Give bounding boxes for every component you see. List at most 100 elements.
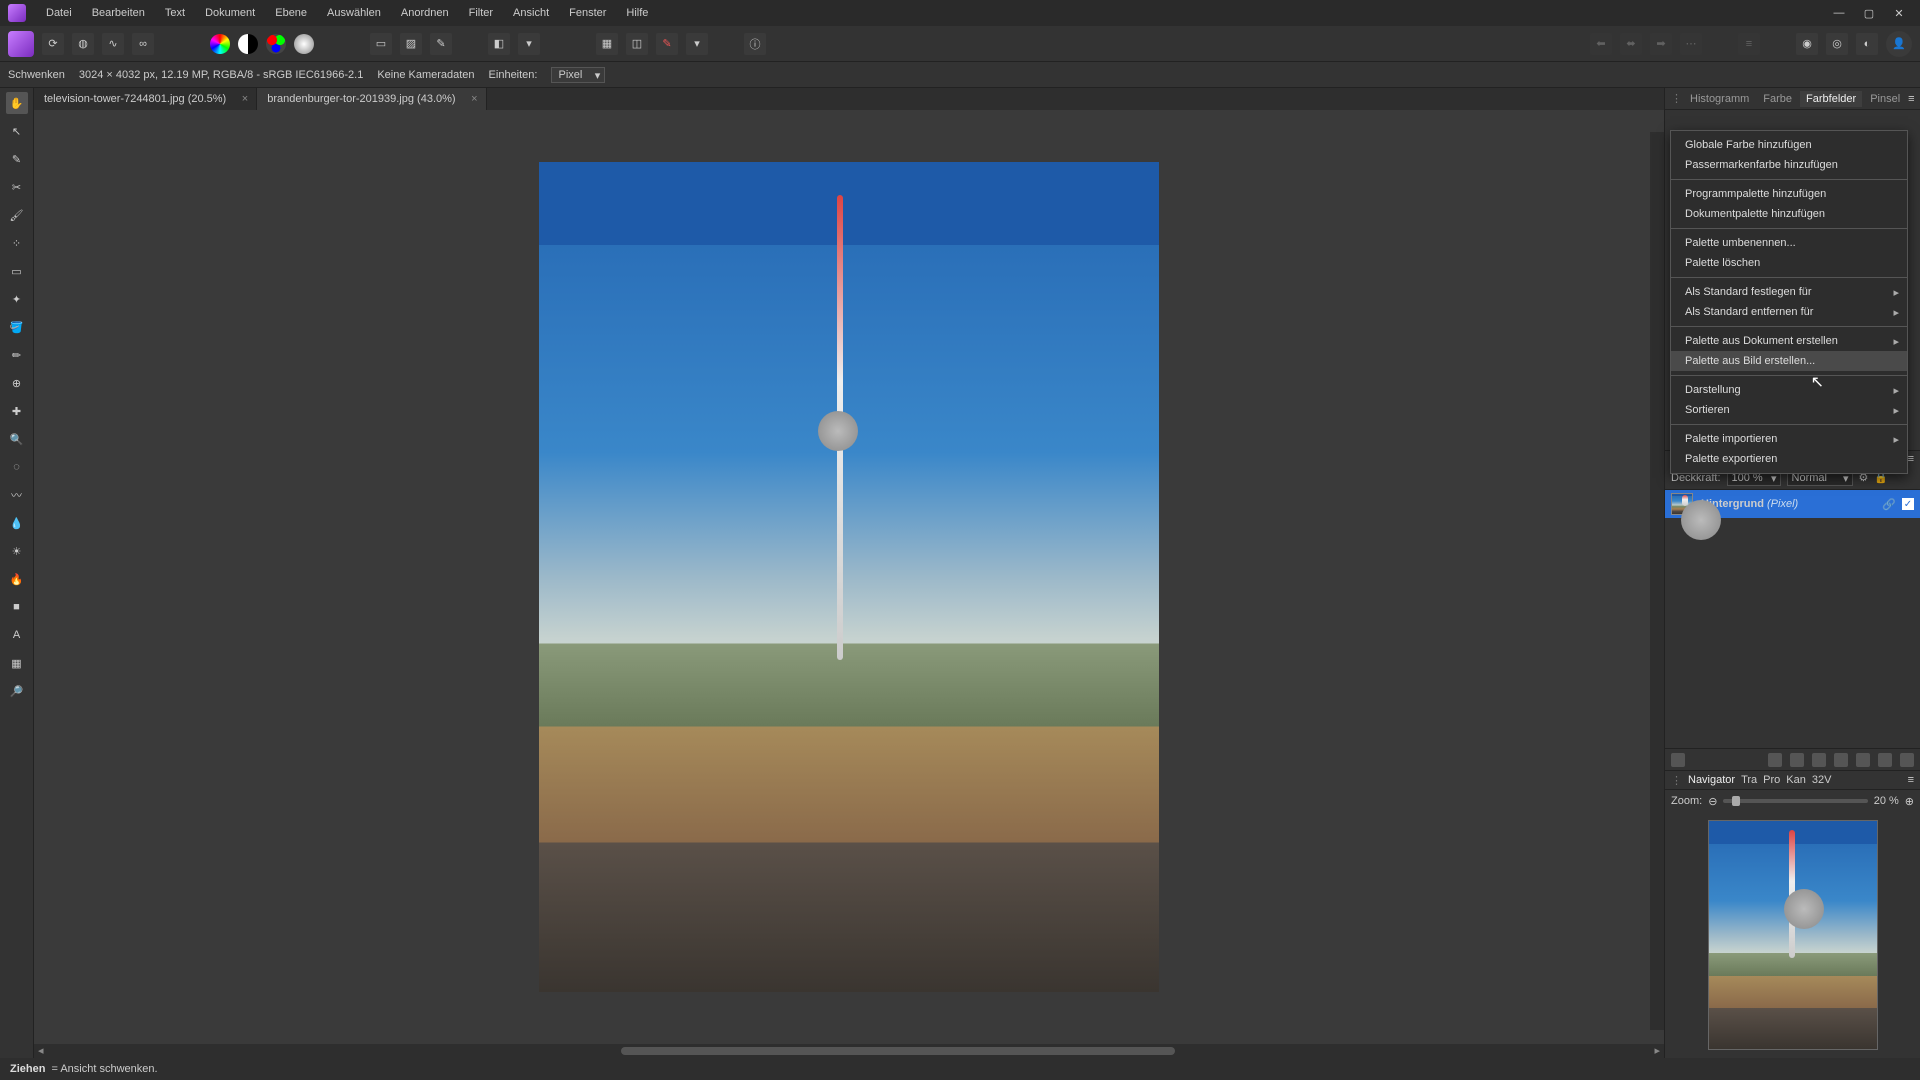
move-tool[interactable]: ↖ xyxy=(6,120,28,142)
link-icon[interactable]: 🔗 xyxy=(1882,498,1896,511)
minimize-button[interactable]: — xyxy=(1826,4,1852,22)
layer-row[interactable]: Hintergrund (Pixel) 🔗 ✓ xyxy=(1665,490,1920,518)
add-layer-icon[interactable] xyxy=(1878,753,1892,767)
panel-menu-icon[interactable]: ≡ xyxy=(1908,453,1914,465)
crop-icon[interactable] xyxy=(1834,753,1848,767)
grid-icon[interactable]: ▦ xyxy=(596,33,618,55)
context-menu-item[interactable]: Als Standard festlegen für xyxy=(1671,282,1907,302)
context-menu-item[interactable]: Palette umbenennen... xyxy=(1671,233,1907,253)
heal-tool[interactable]: ✚ xyxy=(6,400,28,422)
maximize-button[interactable]: ▢ xyxy=(1856,4,1882,22)
adjust-icon[interactable] xyxy=(1790,753,1804,767)
context-menu-item[interactable]: Palette exportieren xyxy=(1671,449,1907,469)
color-picker-tool[interactable]: ✎ xyxy=(6,148,28,170)
quickmask-icon[interactable]: ✎ xyxy=(430,33,452,55)
menu-ansicht[interactable]: Ansicht xyxy=(503,3,559,23)
rgb-icon[interactable] xyxy=(266,34,286,54)
panel-menu-icon[interactable]: ≡ xyxy=(1908,774,1914,786)
align-right-icon[interactable]: ➡ xyxy=(1650,33,1672,55)
units-select[interactable]: Pixel xyxy=(551,67,605,83)
mesh-tool[interactable]: ▦ xyxy=(6,652,28,674)
panel-tab[interactable]: Navigator xyxy=(1688,774,1735,786)
dodge-tool[interactable]: ☀ xyxy=(6,540,28,562)
arrange-icon[interactable]: ≡ xyxy=(1738,33,1760,55)
color-wheel-icon[interactable] xyxy=(210,34,230,54)
pen-icon[interactable]: ✎ xyxy=(656,33,678,55)
shape-tool[interactable]: ■ xyxy=(6,596,28,618)
panel-tab[interactable]: Histogramm xyxy=(1684,91,1755,107)
close-button[interactable]: ✕ xyxy=(1886,4,1912,22)
clone-tool[interactable]: ⊕ xyxy=(6,372,28,394)
context-menu-item[interactable]: Globale Farbe hinzufügen xyxy=(1671,135,1907,155)
marquee-off-icon[interactable]: ▨ xyxy=(400,33,422,55)
menu-anordnen[interactable]: Anordnen xyxy=(391,3,459,23)
share-icon[interactable]: ∞ xyxy=(132,33,154,55)
layer-menu-icon[interactable] xyxy=(1671,753,1685,767)
document-tab[interactable]: television-tower-7244801.jpg (20.5%) × xyxy=(34,88,257,110)
delete-layer-icon[interactable] xyxy=(1900,753,1914,767)
brush-tool[interactable]: 🖌 xyxy=(6,204,28,226)
spray-tool[interactable]: ⁘ xyxy=(6,232,28,254)
split-icon[interactable]: ◫ xyxy=(626,33,648,55)
text-tool[interactable]: A xyxy=(6,624,28,646)
context-menu-item[interactable]: Palette importieren xyxy=(1671,429,1907,449)
marquee-icon[interactable]: ▭ xyxy=(370,33,392,55)
panel-menu-icon[interactable]: ≡ xyxy=(1908,93,1914,105)
horizontal-scrollbar[interactable] xyxy=(34,1044,1664,1058)
cube-icon[interactable]: ◍ xyxy=(72,33,94,55)
pencil-tool[interactable]: ✏ xyxy=(6,344,28,366)
persona-icon[interactable] xyxy=(8,31,34,57)
account-button[interactable]: 👤 xyxy=(1886,31,1912,57)
hand-tool[interactable]: ✋ xyxy=(6,92,28,114)
panel-tab[interactable]: Pro xyxy=(1763,774,1780,786)
context-menu-item[interactable]: Als Standard entfernen für xyxy=(1671,302,1907,322)
fx-icon[interactable] xyxy=(1812,753,1826,767)
menu-dokument[interactable]: Dokument xyxy=(195,3,265,23)
close-tab-icon[interactable]: × xyxy=(242,93,248,105)
canvas[interactable] xyxy=(34,110,1664,1044)
burn-tool[interactable]: 🔥 xyxy=(6,568,28,590)
drop-tool[interactable]: 💧 xyxy=(6,512,28,534)
smudge-tool[interactable]: 〰 xyxy=(6,484,28,506)
menu-filter[interactable]: Filter xyxy=(459,3,503,23)
wand-tool[interactable]: ✦ xyxy=(6,288,28,310)
blur-tool[interactable]: ◌ xyxy=(6,456,28,478)
menu-bearbeiten[interactable]: Bearbeiten xyxy=(82,3,155,23)
group-icon[interactable] xyxy=(1856,753,1870,767)
zoom-in-icon[interactable]: ⊕ xyxy=(1905,795,1914,808)
context-menu-item[interactable]: Palette aus Bild erstellen... xyxy=(1671,351,1907,371)
panel-tab[interactable]: 32V xyxy=(1812,774,1832,786)
panel-tab[interactable]: Kan xyxy=(1786,774,1806,786)
align-center-icon[interactable]: ⬌ xyxy=(1620,33,1642,55)
dropdown-icon[interactable]: ▾ xyxy=(518,33,540,55)
sync-icon[interactable]: ⟳ xyxy=(42,33,64,55)
mask-icon[interactable] xyxy=(1768,753,1782,767)
menu-fenster[interactable]: Fenster xyxy=(559,3,616,23)
softproof-icon[interactable] xyxy=(294,34,314,54)
waveform-icon[interactable]: ∿ xyxy=(102,33,124,55)
menu-datei[interactable]: Datei xyxy=(36,3,82,23)
align-more-icon[interactable]: ⋯ xyxy=(1680,33,1702,55)
align-left-icon[interactable]: ⬅ xyxy=(1590,33,1612,55)
context-menu-item[interactable]: Passermarkenfarbe hinzufügen xyxy=(1671,155,1907,175)
dropdown2-icon[interactable]: ▾ xyxy=(686,33,708,55)
visibility-checkbox[interactable]: ✓ xyxy=(1902,498,1914,510)
info-icon[interactable]: ⓘ xyxy=(744,33,766,55)
navigator-preview[interactable] xyxy=(1665,812,1920,1058)
magnify-tool[interactable]: 🔎 xyxy=(6,680,28,702)
context-menu-item[interactable]: Palette aus Dokument erstellen xyxy=(1671,331,1907,351)
zoom-tool[interactable]: 🔍 xyxy=(6,428,28,450)
document-tab[interactable]: brandenburger-tor-201939.jpg (43.0%) × xyxy=(257,88,486,110)
crop-tool-icon[interactable]: ◧ xyxy=(488,33,510,55)
context-menu-item[interactable]: Darstellung xyxy=(1671,380,1907,400)
panel-tab[interactable]: Pinsel xyxy=(1864,91,1906,107)
zoom-slider[interactable] xyxy=(1723,799,1867,803)
context-menu-item[interactable]: Dokumentpalette hinzufügen xyxy=(1671,204,1907,224)
panel-tab[interactable]: Farbfelder xyxy=(1800,91,1862,107)
panel-tab[interactable]: Farbe xyxy=(1757,91,1798,107)
flood-tool[interactable]: 🪣 xyxy=(6,316,28,338)
circle1-icon[interactable]: ◉ xyxy=(1796,33,1818,55)
menu-hilfe[interactable]: Hilfe xyxy=(616,3,658,23)
close-tab-icon[interactable]: × xyxy=(471,93,477,105)
zoom-out-icon[interactable]: ⊖ xyxy=(1708,795,1717,808)
